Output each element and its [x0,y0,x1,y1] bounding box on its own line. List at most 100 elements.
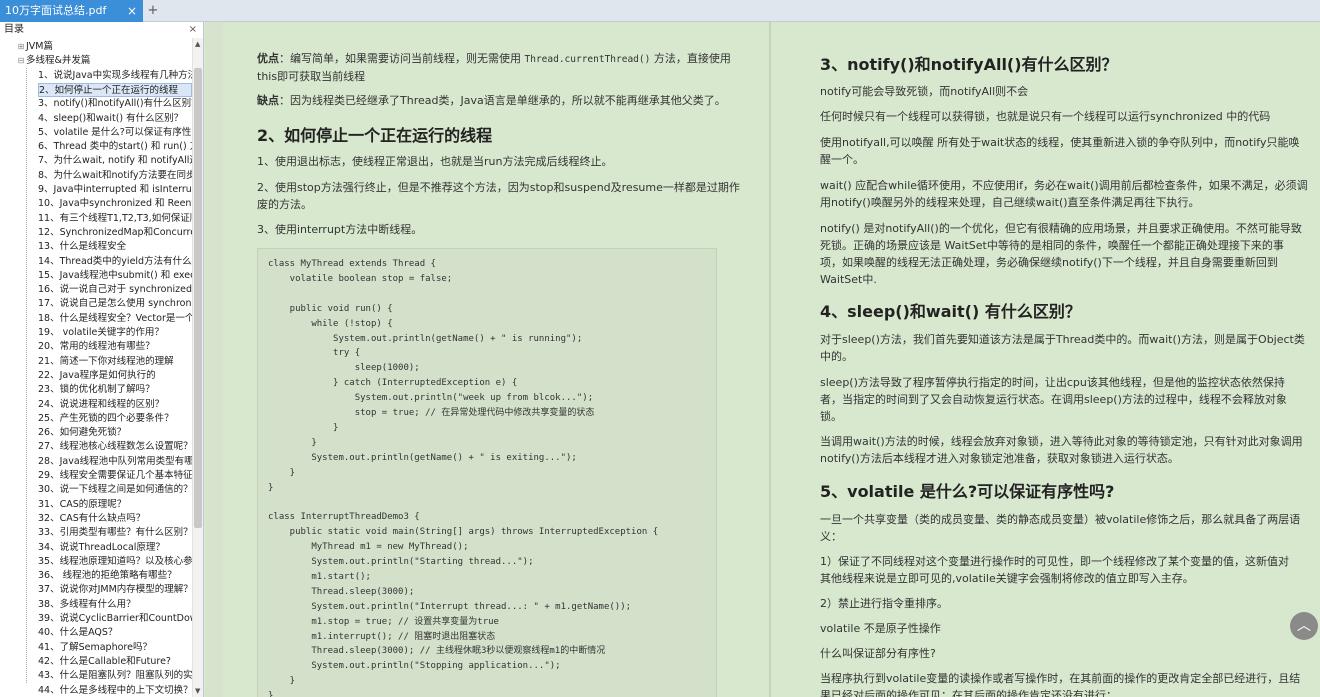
outline-item[interactable]: 21、简述一下你对线程池的理解 [38,355,192,369]
paragraph-v1-b: 义： [820,530,842,543]
outline-item-label: 多线程&并发篇 [26,55,91,67]
outline-item[interactable]: 30、说一下线程之间是如何通信的？ [38,483,192,497]
outline-item[interactable]: 19、 volatile关键字的作用？ [38,326,192,340]
outline-item-label: 2、如何停止一个正在运行的线程 [39,84,179,96]
scroll-to-top-button[interactable]: ︿ [1290,612,1318,640]
outline-item[interactable]: 36、 线程池的拒绝策略有哪些？ [38,569,192,583]
outline-item[interactable]: 17、说说自己是怎么使用 synchronize [38,297,192,311]
collapse-icon[interactable]: ⊟ [16,54,26,68]
chevron-up-icon: ︿ [1297,618,1311,634]
paragraph-s3-a: 当调用wait()方法的时候，线程会放弃对象锁，进入等待此对象的等待锁定池，只有… [820,435,1303,448]
paragraph-r5-a: notify() 是对notifyAll()的一个优化，但它有很精确的应用场景，… [820,222,1302,235]
paragraph-r5-b: 死锁。正确的场景应该是 WaitSet中等待的是相同的条件，唤醒任一个都能正确处… [820,239,1284,252]
paragraph-s3-b: notify()方法后本线程才进入对象锁定池准备，获取对象锁进入运行状态。 [820,452,1179,465]
outline-item[interactable]: 34、说说ThreadLocal原理？ [38,541,192,555]
outline-item[interactable]: 33、引用类型有哪些？有什么区别？ [38,526,192,540]
paragraph-s3: 当调用wait()方法的时候，线程会放弃对象锁，进入等待此对象的等待锁定池，只有… [820,433,1310,467]
outline-item[interactable]: 3、notify()和notifyAll()有什么区别？ [38,97,192,111]
section-heading-3: 3、notify()和notifyAll()有什么区别？ [820,55,1118,74]
paragraph-2-a: 2、使用stop方法强行终止，但是不推荐这个方法，因为stop和suspend及… [257,181,740,194]
outline-item[interactable]: 27、线程池核心线程数怎么设置呢？ [38,440,192,454]
outline-item-label: 38、多线程有什么用？ [38,598,136,610]
outline-item[interactable]: 23、锁的优化机制了解吗？ [38,383,192,397]
outline-item[interactable]: 16、说一说自己对于 synchronized 关 [38,283,192,297]
outline-item[interactable]: 2、如何停止一个正在运行的线程 [38,82,192,97]
disadvantage-label: 缺点 [257,94,279,107]
outline-item[interactable]: 29、线程安全需要保证几个基本特征？ [38,469,192,483]
scrollbar-thumb[interactable] [194,68,202,528]
tab-bar: 10万字面试总结.pdf × + [0,0,1320,22]
outline-item[interactable]: 22、Java程序是如何执行的 [38,369,192,383]
outline-item-label: 26、如何避免死锁？ [38,427,127,439]
advantage-text-b: 方法，直接使用 [650,52,731,65]
outline-item-label: 29、线程安全需要保证几个基本特征？ [38,470,192,481]
paragraph-2-b: 废的方法。 [257,198,312,211]
code-line: System.out.println("Interrupt thread...:… [268,601,632,612]
outline-item[interactable]: 10、Java中synchronized 和 Reentrar [38,197,192,211]
paragraph-r4-a: wait() 应配合while循环使用，不应使用if，务必在wait()调用前后… [820,179,1308,192]
outline-item[interactable]: 20、常用的线程池有哪些？ [38,340,192,354]
outline-item-label: 9、Java中interrupted 和 isInterrupte [38,184,192,195]
paragraph-s2: sleep()方法导致了程序暂停执行指定的时间，让出cpu该其他线程，但是他的监… [820,374,1310,425]
outline-item-label: 15、Java线程池中submit() 和 execute [38,269,192,281]
close-tab-icon[interactable]: × [127,0,137,22]
outline-item[interactable]: ⊟ 多线程&并发篇 [16,54,192,68]
outline-item[interactable]: 25、产生死锁的四个必要条件？ [38,412,192,426]
scroll-up-icon[interactable]: ▲ [195,40,200,48]
outline-tree: ⊞ JVM篇 ⊟ 多线程&并发篇 1、说说Java中实现多线程有几种方法 2、如何停止一个… [0,38,192,697]
outline-item[interactable]: 4、sleep()和wait() 有什么区别？ [38,112,192,126]
new-tab-button[interactable]: + [146,0,160,22]
outline-item-label: 39、说说CyclicBarrier和CountDownL [38,613,192,624]
outline-item-label: 42、什么是Callable和Future? [38,655,171,667]
outline-item[interactable]: 42、什么是Callable和Future? [38,655,192,669]
close-outline-icon[interactable]: × [189,22,197,38]
outline-item[interactable]: 44、什么是多线程中的上下文切换？ [38,684,192,697]
outline-item[interactable]: 35、线程池原理知道吗？以及核心参数 [38,555,192,569]
document-viewport[interactable]: 优点：编写简单，如果需要访问当前线程，则无需使用 Thread.currentT… [205,22,1320,697]
outline-item[interactable]: 28、Java线程池中队列常用类型有哪些 [38,455,192,469]
outline-item[interactable]: 1、说说Java中实现多线程有几种方法 [38,69,192,83]
outline-item[interactable]: 13、什么是线程安全 [38,240,192,254]
outline-item-label: 10、Java中synchronized 和 Reentrar [38,198,192,210]
paragraph-r2: 任何时候只有一个线程可以获得锁，也就是说只有一个线程可以运行synchroniz… [820,110,1271,123]
outline-item[interactable]: 37、说说你对JMM内存模型的理解？为 [38,583,192,597]
outline-item[interactable]: 41、了解Semaphore吗？ [38,641,192,655]
outline-item[interactable]: 24、说说进程和线程的区别？ [38,398,192,412]
outline-item-label: 20、常用的线程池有哪些？ [38,341,155,353]
outline-item[interactable]: 8、为什么wait和notify方法要在同步块 [38,169,192,183]
outline-item[interactable]: 15、Java线程池中submit() 和 execute [38,269,192,283]
expand-icon[interactable]: ⊞ [16,40,26,54]
code-line: Thread.sleep(3000); // 主线程休眠3秒以便观察线程m1的中… [268,646,606,657]
outline-item[interactable]: 12、SynchronizedMap和Concurrent [38,226,192,240]
outline-item-label: 22、Java程序是如何执行的 [38,369,156,381]
outline-item[interactable]: 39、说说CyclicBarrier和CountDownL [38,612,192,626]
outline-item[interactable]: ⊞ JVM篇 [16,40,192,54]
outline-item[interactable]: 14、Thread类中的yield方法有什么作用 [38,255,192,269]
code-line: } [268,467,296,478]
outline-item[interactable]: 43、什么是阻塞队列？阻塞队列的实现 [38,669,192,683]
outline-item[interactable]: 7、为什么wait, notify 和 notifyAll这些 [38,154,192,168]
outline-item[interactable]: 31、CAS的原理呢？ [38,498,192,512]
outline-item[interactable]: 11、有三个线程T1,T2,T3,如何保证顺序 [38,212,192,226]
outline-item[interactable]: 40、什么是AQS？ [38,626,192,640]
code-line: try { [268,348,361,359]
scroll-down-icon[interactable]: ▼ [195,687,200,695]
outline-item[interactable]: 32、CAS有什么缺点吗？ [38,512,192,526]
paragraph-s1-a: 对于sleep()方法，我们首先要知道该方法是属于Thread类中的。而wait… [820,333,1305,346]
outline-item[interactable]: 5、volatile 是什么?可以保证有序性吗? [38,126,192,140]
paragraph-s2-a: sleep()方法导致了程序暂停执行指定的时间，让出cpu该其他线程，但是他的监… [820,376,1285,389]
outline-item[interactable]: 6、Thread 类中的start() 和 run() 方法 [38,140,192,154]
code-line: class InterruptThreadDemo3 { [268,512,420,523]
outline-item-label: 14、Thread类中的yield方法有什么作用 [38,255,192,267]
outline-item[interactable]: 38、多线程有什么用？ [38,598,192,612]
outline-item[interactable]: 26、如何避免死锁？ [38,426,192,440]
advantage-text-c: this即可获取当前线程 [257,70,366,83]
paragraph-2: 2、使用stop方法强行终止，但是不推荐这个方法，因为stop和suspend及… [257,179,747,213]
outline-item[interactable]: 18、什么是线程安全？Vector是一个线 [38,312,192,326]
outline-item[interactable]: 9、Java中interrupted 和 isInterrupte [38,183,192,197]
document-tab[interactable]: 10万字面试总结.pdf × [0,0,143,22]
paragraph-v2-a: 1）保证了不同线程对这个变量进行操作时的可见性，即一个线程修改了某个变量的值，这… [820,555,1289,568]
section-heading-4: 4、sleep()和wait() 有什么区别？ [820,302,1081,321]
outline-scrollbar[interactable]: ▲ ▼ [192,38,203,697]
code-line: System.out.println(getName() + " is exit… [268,452,577,463]
